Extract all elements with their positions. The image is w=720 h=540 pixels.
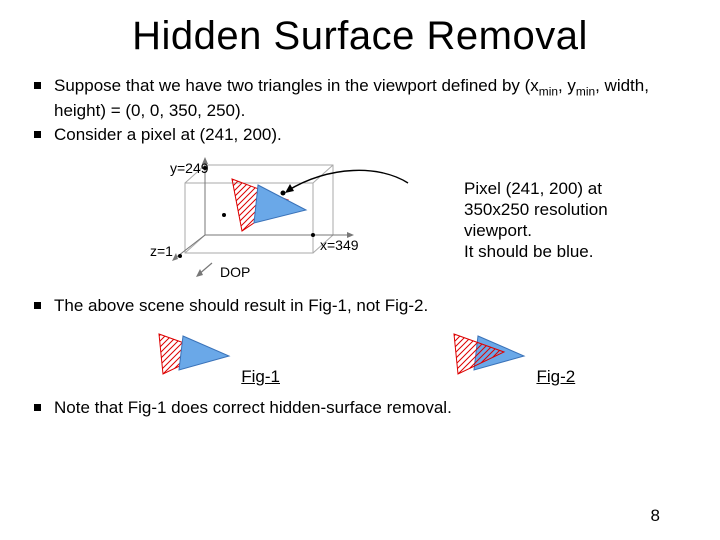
scene-caption: Pixel (241, 200) at 350x250 resolution v… <box>464 178 608 263</box>
fig-2-block: Fig-2 <box>440 326 575 387</box>
caption-line: It should be blue. <box>464 241 608 262</box>
caption-line: viewport. <box>464 220 608 241</box>
pixel-dot <box>281 191 286 196</box>
dop-label: DOP <box>220 264 250 280</box>
caption-line: 350x250 resolution <box>464 199 608 220</box>
blue-triangle <box>254 185 306 223</box>
scene-diagram: y=249 x=349 z=1 DOP <box>150 155 420 285</box>
subscript: min <box>539 84 558 98</box>
bullet-1: Suppose that we have two triangles in th… <box>34 75 686 121</box>
bullet-2: Consider a pixel at (241, 200). <box>34 124 686 146</box>
subscript: min <box>576 84 595 98</box>
fig-1-block: Fig-1 <box>145 326 280 387</box>
pointer-curve <box>287 170 408 191</box>
slide-title: Hidden Surface Removal <box>0 0 720 65</box>
bullet-list-2: The above scene should result in Fig-1, … <box>0 285 720 317</box>
fig-2-diagram <box>440 326 532 382</box>
bullet-list-3: Note that Fig-1 does correct hidden-surf… <box>0 387 720 419</box>
text-fragment: , y <box>558 76 576 95</box>
x-axis-label: x=349 <box>320 237 359 253</box>
z-axis-icon <box>172 235 205 261</box>
bullet-3: The above scene should result in Fig-1, … <box>34 295 686 317</box>
fig-2-label: Fig-2 <box>536 367 575 387</box>
bullet-list: Suppose that we have two triangles in th… <box>0 65 720 146</box>
z-axis-label: z=1 <box>150 243 173 259</box>
y-axis-label: y=249 <box>170 160 209 176</box>
caption-line: Pixel (241, 200) at <box>464 178 608 199</box>
page-number: 8 <box>651 506 660 526</box>
text-fragment: Suppose that we have two triangles in th… <box>54 76 539 95</box>
bullet-4: Note that Fig-1 does correct hidden-surf… <box>34 397 686 419</box>
fig-1-diagram <box>145 326 237 382</box>
fig-1-label: Fig-1 <box>241 367 280 387</box>
